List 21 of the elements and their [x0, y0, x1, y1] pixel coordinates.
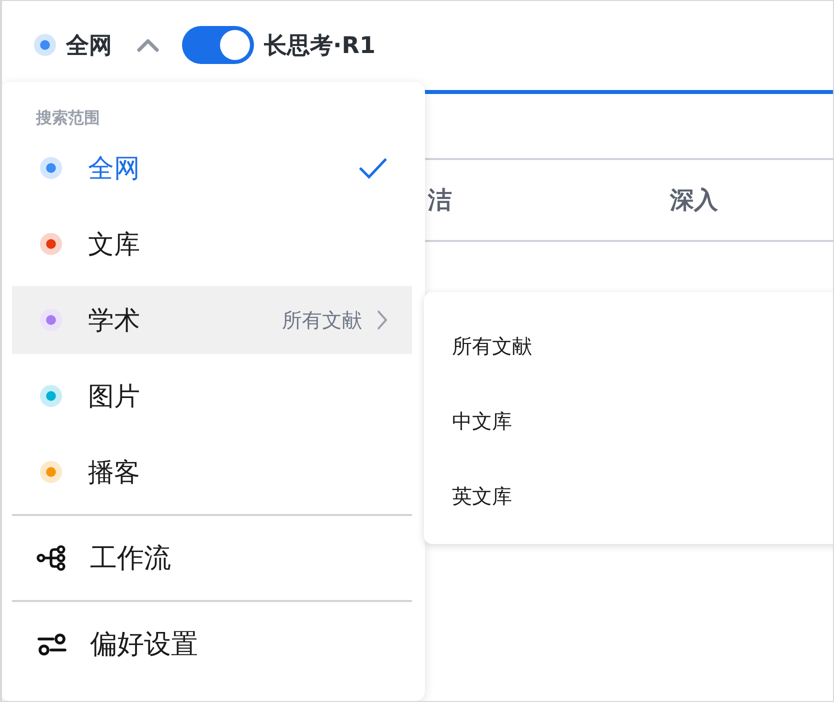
toggle-label: 长思考·R1	[264, 32, 376, 60]
section-title: 搜索范围	[34, 107, 101, 129]
submenu-item[interactable]: 英文库	[424, 458, 518, 533]
menu-item[interactable]: 偏好设置	[12, 602, 412, 686]
menu-item[interactable]: 工作流	[12, 516, 412, 600]
chevron-up-icon[interactable]	[136, 37, 160, 53]
menu-item[interactable]: 学术 所有文献	[12, 286, 412, 354]
chevron-right-icon	[376, 309, 388, 331]
submenu-item[interactable]: 中文库	[424, 383, 518, 458]
sliders-icon	[36, 631, 68, 657]
checkmark-icon	[358, 156, 388, 180]
flow-icon	[36, 545, 68, 571]
submenu-item[interactable]: 所有文献	[424, 308, 538, 383]
toggle-switch[interactable]	[182, 26, 254, 64]
tab[interactable]: 深入	[670, 184, 718, 216]
tab[interactable]: 洁	[428, 184, 452, 216]
menu-item[interactable]: 播客	[12, 438, 412, 506]
menu-item[interactable]: 文库	[12, 210, 412, 278]
menu-item[interactable]: 全网	[12, 134, 412, 202]
menu-item[interactable]: 图片	[12, 362, 412, 430]
scope-selector[interactable]: 全网	[34, 30, 112, 60]
